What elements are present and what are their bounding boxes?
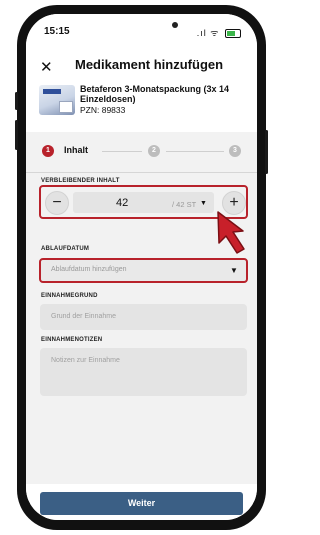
remaining-label: VERBLEIBENDER INHALT <box>41 178 120 184</box>
medication-image <box>39 85 75 115</box>
step-connector <box>166 151 224 152</box>
header: ✕ Medikament hinzufügen Betaferon 3-Mona… <box>26 44 257 132</box>
reason-input[interactable]: Grund der Einnahme <box>40 304 247 330</box>
close-button[interactable]: ✕ <box>40 58 53 76</box>
phone-side-button <box>15 120 18 150</box>
step-1-indicator: 1 <box>42 145 54 157</box>
reason-placeholder: Grund der Einnahme <box>51 313 116 320</box>
decrease-button[interactable]: − <box>45 191 69 215</box>
battery-icon <box>225 29 241 39</box>
page-title: Medikament hinzufügen <box>75 57 224 72</box>
medication-pzn: PZN: 89833 <box>80 105 126 115</box>
next-button[interactable]: Weiter <box>40 492 243 515</box>
notes-textarea[interactable]: Notizen zur Einnahme <box>40 348 247 396</box>
medication-name: Betaferon 3-Monatspackung (3x 14 Einzeld… <box>80 84 230 104</box>
app-screen: 15:15 .ıl ᯤ ✕ Medikament hinzufügen Beta… <box>26 14 257 520</box>
status-bar: 15:15 .ıl ᯤ <box>26 14 257 44</box>
quantity-unit: / 42 ST <box>172 200 197 209</box>
step-2-indicator: 2 <box>148 145 160 157</box>
progress-stepper: 1 Inhalt 2 3 <box>26 132 257 173</box>
unit-dropdown-icon[interactable]: ▼ <box>200 200 207 207</box>
system-icons: .ıl ᯤ <box>197 26 241 39</box>
notes-label: EINNAHMENOTIZEN <box>41 337 103 343</box>
pointer-arrow-icon <box>217 211 245 254</box>
expiry-label: ABLAUFDATUM <box>41 246 90 252</box>
quantity-value: 42 <box>116 197 129 209</box>
chevron-down-icon: ▼ <box>230 266 238 275</box>
phone-side-button <box>265 130 268 174</box>
step-3-indicator: 3 <box>229 145 241 157</box>
signal-wifi-icon: .ıl ᯤ <box>196 28 220 38</box>
step-1-label: Inhalt <box>64 145 88 155</box>
status-time: 15:15 <box>44 26 70 37</box>
camera-icon <box>172 22 178 28</box>
reason-label: EINNAHMEGRUND <box>41 293 98 299</box>
phone-side-button <box>15 92 18 110</box>
expiry-placeholder: Ablaufdatum hinzufügen <box>51 266 127 273</box>
notes-placeholder: Notizen zur Einnahme <box>51 357 120 364</box>
step-connector <box>102 151 142 152</box>
